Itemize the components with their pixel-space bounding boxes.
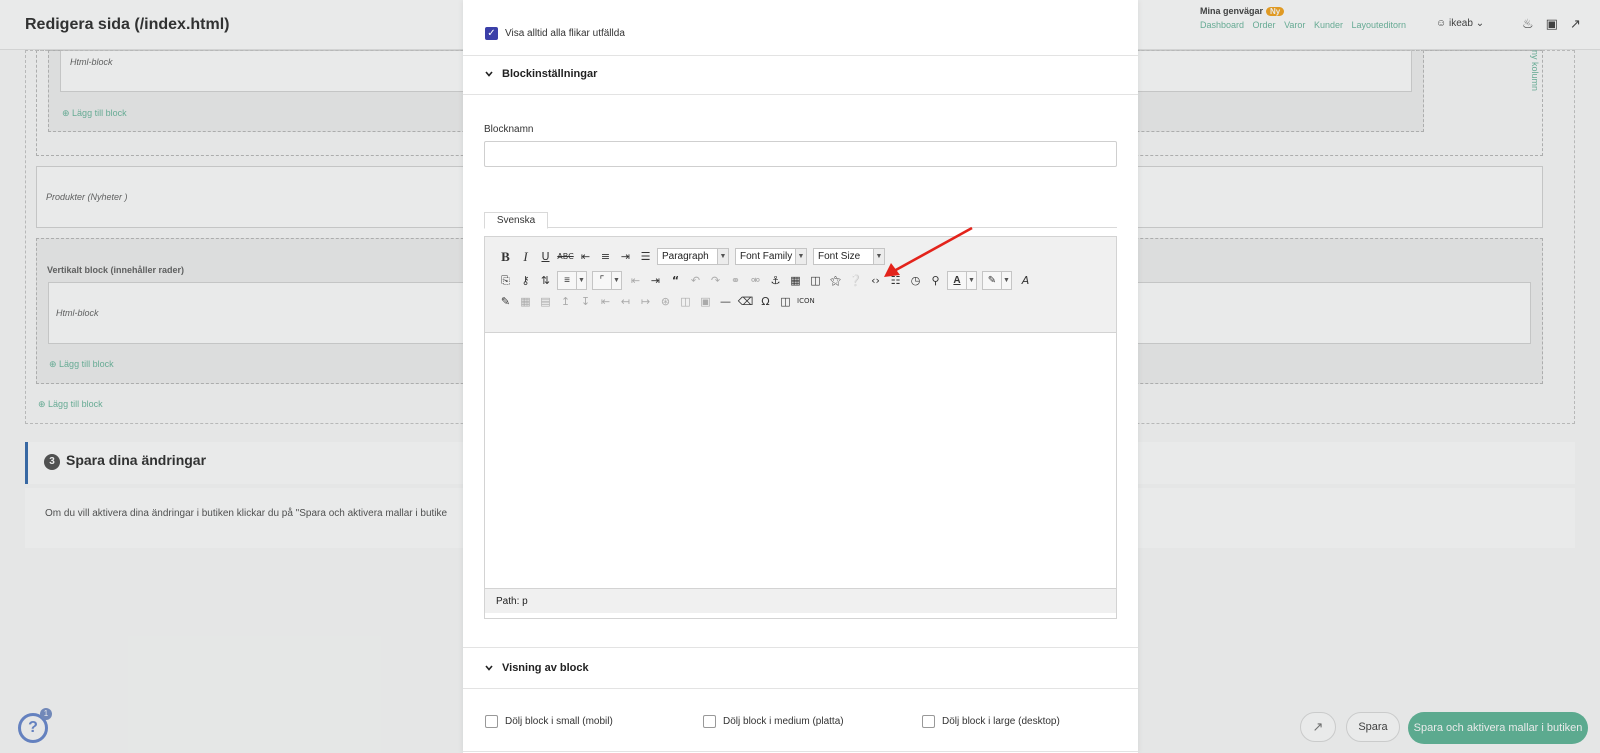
indent-icon[interactable]: ⇥ xyxy=(647,272,664,289)
hide-medium-checkbox[interactable] xyxy=(703,715,716,728)
image-icon[interactable]: ▦ xyxy=(787,272,804,289)
font-size-select-value: Font Size xyxy=(818,251,861,262)
media-icon[interactable]: ◫ xyxy=(777,293,794,310)
chevron-down-icon xyxy=(485,665,493,671)
hide-large-checkbox[interactable] xyxy=(922,715,935,728)
hide-medium-label: Dölj block i medium (platta) xyxy=(723,716,844,727)
italic-icon[interactable]: I xyxy=(517,248,534,265)
show-tabs-checkbox[interactable]: ✓ xyxy=(485,27,498,40)
file-browser-icon[interactable]: ◫ xyxy=(807,272,824,289)
strikethrough-icon[interactable]: ABC xyxy=(557,248,574,265)
blockquote-icon[interactable]: “ xyxy=(667,272,684,289)
icon-insert-icon[interactable]: ICON xyxy=(797,293,815,310)
chevron-down-icon: ▼ xyxy=(795,249,806,264)
format-select[interactable]: Paragraph ▼ xyxy=(657,248,729,265)
chevron-down-icon: ▼ xyxy=(1001,272,1011,289)
align-left-icon[interactable]: ⇤ xyxy=(577,248,594,265)
redo-icon[interactable]: ↷ xyxy=(707,272,724,289)
link-icon[interactable]: ⚭ xyxy=(727,272,744,289)
split-cells-icon[interactable]: ◫ xyxy=(677,293,694,310)
hide-small-checkbox[interactable] xyxy=(485,715,498,728)
divider xyxy=(463,647,1138,648)
editor-toolbar: B I U ABC ⇤ ≡ ⇥ ☰ Paragraph ▼ Font Famil… xyxy=(485,237,1116,333)
hide-large-label: Dölj block i large (desktop) xyxy=(942,716,1060,727)
block-settings-title: Blockinställningar xyxy=(502,68,598,80)
chevron-down-icon: ▼ xyxy=(611,272,621,289)
block-settings-header[interactable]: Blockinställningar xyxy=(485,68,597,80)
hide-small-label: Dölj block i small (mobil) xyxy=(505,716,613,727)
bullet-list-button[interactable]: ≡ ▼ xyxy=(557,271,587,290)
visual-aid-icon[interactable]: ✎ xyxy=(497,293,514,310)
table-icon[interactable]: ▦ xyxy=(517,293,534,310)
insert-col-after-icon[interactable]: ↦ xyxy=(637,293,654,310)
delete-col-icon[interactable]: ⊛ xyxy=(657,293,674,310)
align-center-icon[interactable]: ≡ xyxy=(597,248,614,265)
align-justify-icon[interactable]: ☰ xyxy=(637,248,654,265)
hide-large-option[interactable]: Dölj block i large (desktop) xyxy=(922,715,1060,728)
cleanup-icon[interactable]: ⚝ xyxy=(827,272,844,289)
anchor-icon[interactable]: ⚓ xyxy=(767,272,784,289)
block-display-header[interactable]: Visning av block xyxy=(485,662,589,674)
font-family-select[interactable]: Font Family ▼ xyxy=(735,248,807,265)
remove-format-icon[interactable]: ⌫ xyxy=(737,293,754,310)
numbered-list-button[interactable]: ⌜ ▼ xyxy=(592,271,622,290)
special-char-icon[interactable]: Ω xyxy=(757,293,774,310)
editor-content[interactable] xyxy=(485,334,1116,583)
find-icon[interactable]: ⚷ xyxy=(517,272,534,289)
unlink-icon[interactable]: ⚮ xyxy=(747,272,764,289)
align-right-icon[interactable]: ⇥ xyxy=(617,248,634,265)
replace-icon[interactable]: ⇅ xyxy=(537,272,554,289)
language-tabs xyxy=(484,227,1117,228)
bullet-list-icon: ≡ xyxy=(564,275,570,286)
block-name-label: Blocknamn xyxy=(484,124,534,135)
show-tabs-label: Visa alltid alla flikar utfällda xyxy=(505,28,625,39)
background-color-button[interactable]: ✎ ▼ xyxy=(982,271,1012,290)
help-icon[interactable]: ❔ xyxy=(847,272,864,289)
chevron-down-icon xyxy=(485,71,493,77)
tab-svenska[interactable]: Svenska xyxy=(484,212,548,229)
delete-row-icon[interactable]: ⇤ xyxy=(597,293,614,310)
editor-path: Path: p xyxy=(496,596,528,607)
chevron-down-icon: ▼ xyxy=(717,249,728,264)
chevron-down-icon: ▼ xyxy=(576,272,586,289)
paste-word-icon[interactable]: ⎘ xyxy=(497,272,514,289)
show-tabs-option[interactable]: ✓ Visa alltid alla flikar utfällda xyxy=(485,27,625,40)
underline-icon[interactable]: U xyxy=(537,248,554,265)
block-edit-modal: ✓ Visa alltid alla flikar utfällda Block… xyxy=(463,0,1138,753)
background-color-icon: ✎ xyxy=(987,275,997,286)
hide-medium-option[interactable]: Dölj block i medium (platta) xyxy=(703,715,844,728)
block-name-input[interactable] xyxy=(484,141,1117,167)
block-display-title: Visning av block xyxy=(502,662,589,674)
font-size-select[interactable]: Font Size ▼ xyxy=(813,248,885,265)
insert-row-before-icon[interactable]: ↥ xyxy=(557,293,574,310)
hide-small-option[interactable]: Dölj block i small (mobil) xyxy=(485,715,613,728)
outdent-icon[interactable]: ⇤ xyxy=(627,272,644,289)
divider xyxy=(463,55,1138,56)
insert-row-after-icon[interactable]: ↧ xyxy=(577,293,594,310)
undo-icon[interactable]: ↶ xyxy=(687,272,704,289)
divider xyxy=(463,751,1138,752)
format-select-value: Paragraph xyxy=(662,251,709,262)
insert-col-before-icon[interactable]: ↤ xyxy=(617,293,634,310)
row-props-icon[interactable]: ▤ xyxy=(537,293,554,310)
editor-statusbar: Path: p xyxy=(485,588,1116,613)
divider xyxy=(463,94,1138,95)
bold-icon[interactable]: B xyxy=(497,248,514,265)
horizontal-rule-icon[interactable]: — xyxy=(717,293,734,310)
numbered-list-icon: ⌜ xyxy=(599,275,605,286)
merge-cells-icon[interactable]: ▣ xyxy=(697,293,714,310)
font-family-select-value: Font Family xyxy=(740,251,793,262)
divider xyxy=(463,688,1138,689)
rich-text-editor: B I U ABC ⇤ ≡ ⇥ ☰ Paragraph ▼ Font Famil… xyxy=(484,236,1117,619)
annotation-arrow xyxy=(884,226,973,277)
styles-icon[interactable]: A xyxy=(1017,272,1034,289)
